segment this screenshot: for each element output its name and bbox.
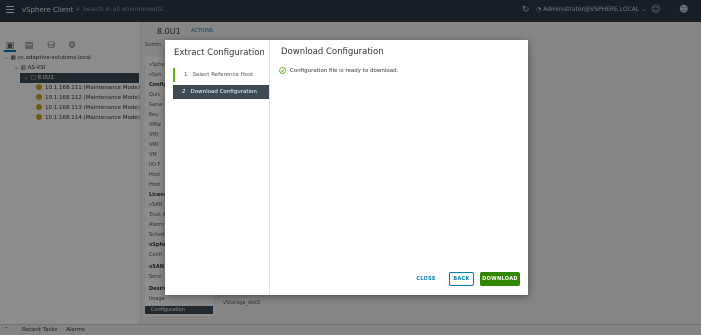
extract-configuration-dialog: Extract Configuration 1 Select Reference … xyxy=(165,40,528,295)
download-button[interactable]: DOWNLOAD xyxy=(480,272,520,286)
wizard-step-download-configuration[interactable]: 2 Download Configuration xyxy=(173,85,269,99)
step-title: Download Configuration xyxy=(281,47,384,57)
success-check-icon xyxy=(279,67,286,74)
dialog-title: Extract Configuration xyxy=(174,48,265,58)
close-button[interactable]: CLOSE xyxy=(413,272,439,286)
wizard-steps: Extract Configuration 1 Select Reference … xyxy=(165,40,270,295)
back-button[interactable]: BACK xyxy=(449,272,474,286)
status-message: Configuration file is ready to download. xyxy=(279,67,398,74)
wizard-step-select-reference-host[interactable]: 1 Select Reference Host xyxy=(173,68,269,82)
